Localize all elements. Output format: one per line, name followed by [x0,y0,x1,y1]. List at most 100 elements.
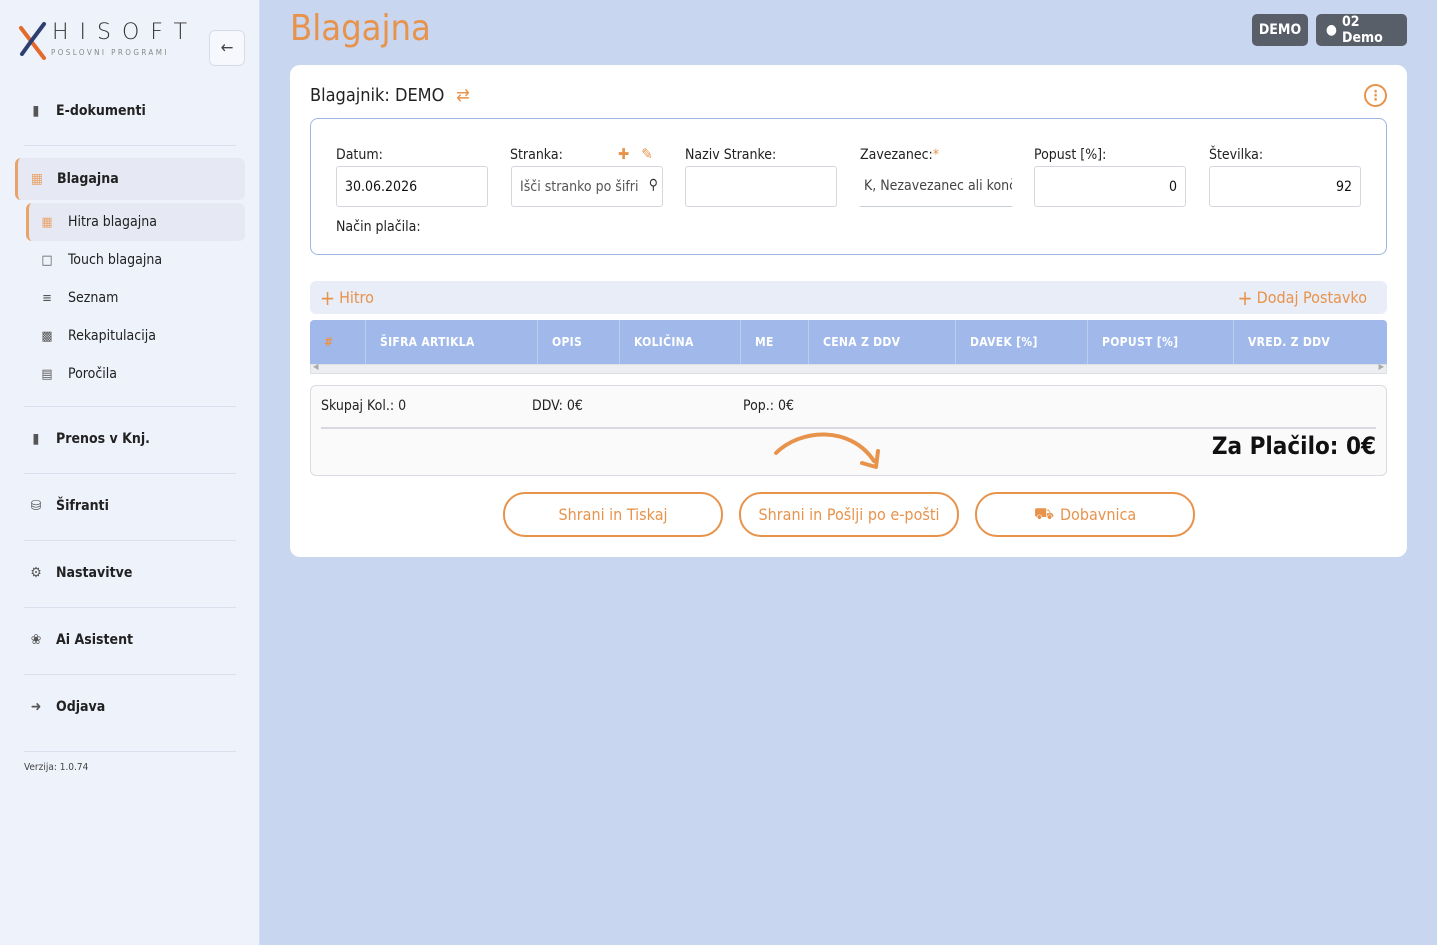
stranka-label: Stranka: [510,147,563,163]
sidebar-item-label: Šifranti [56,498,109,514]
swap-icon[interactable]: ⇄ [456,85,470,106]
total-vat: DDV: 0€ [532,398,583,414]
delivery-note-button[interactable]: ⛟ Dobavnica [975,492,1195,537]
sidebar-item-label: Odjava [56,699,106,715]
hitro-label: Hitro [339,288,374,307]
file-icon: ▮ [32,103,40,119]
table-scrollbar[interactable]: ◀ ▶ [310,362,1387,374]
stranka-placeholder: Išči stranko po šifri [520,178,638,195]
column-header[interactable]: OPIS [538,320,620,364]
sidebar-subitem-porocila[interactable]: ▤ Poročila [26,355,245,393]
sidebar-subitem-rekapitulacija[interactable]: ▩ Rekapitulacija [26,317,245,355]
edit-customer-icon[interactable]: ✎ [641,145,652,163]
column-header[interactable]: ŠIFRA ARTIKLA [366,320,538,364]
zavezanec-label-wrap: Zavezanec:* [860,147,939,163]
column-header[interactable]: POPUST [%] [1088,320,1234,364]
more-options-icon[interactable]: ⋮ [1364,84,1387,107]
column-header[interactable]: ME [741,320,809,364]
report-icon: ▤ [41,366,53,382]
company-badge[interactable]: DEMO [1252,14,1308,46]
dodaj-postavko-button[interactable]: + Dodaj Postavko [1238,288,1367,308]
user-badge[interactable]: ● 02 Demo [1316,14,1407,46]
version-text: Verzija: 1.0.74 [24,762,89,773]
delivery-note-label: Dobavnica [1059,505,1137,524]
quick-actions-bar: + Hitro + Dodaj Postavko [310,281,1387,314]
datum-input[interactable]: 30.06.2026 [336,166,488,207]
save-print-button[interactable]: Shrani in Tiskaj [503,492,723,537]
curved-arrow-icon [774,432,880,469]
main-card: Blagajnik: DEMO ⇄ ⋮ Datum: 30.06.2026 St… [290,65,1407,557]
divider [24,145,236,146]
search-icon[interactable]: ⚲ [649,177,658,193]
brand-tagline: POSLOVNI PROGRAMI [51,48,169,57]
list-icon: ≡ [42,290,52,306]
cashier-heading: Blagajnik: DEMO ⇄ [310,85,470,106]
hisoft-logo: HISOFT POSLOVNI PROGRAMI [18,18,198,62]
sidebar-subitem-touch-blagajna[interactable]: □ Touch blagajna [26,241,245,279]
sidebar-subitem-seznam[interactable]: ≡ Seznam [26,279,245,317]
tablet-icon: □ [41,252,53,268]
truck-icon: ⛟ [1033,504,1054,523]
document-form: Datum: 30.06.2026 Stranka: ✚ ✎ Išči stra… [310,118,1387,255]
hitro-button[interactable]: + Hitro [320,288,374,308]
divider [24,751,236,752]
sidebar-subitem-label: Seznam [68,290,119,306]
column-header[interactable]: CENA Z DDV [809,320,956,364]
cashier-label: Blagajnik: DEMO [310,85,445,106]
stevilka-label: Številka: [1209,147,1264,163]
plus-icon: + [320,285,336,310]
sidebar-item-sifranti[interactable]: ⛁ Šifranti [15,485,245,527]
divider [24,406,236,407]
stranka-tools: ✚ ✎ [618,145,653,163]
sidebar-item-label: Ai Asistent [56,632,134,648]
sidebar-item-label: Nastavitve [56,565,133,581]
divider [24,473,236,474]
sidebar-subitem-label: Poročila [68,366,118,382]
dodaj-postavko-label: Dodaj Postavko [1256,288,1367,307]
column-header[interactable]: KOLIČINA [620,320,741,364]
gear-icon: ⚙ [30,565,42,581]
database-icon: ⛁ [30,498,42,514]
sidebar-item-ai-asistent[interactable]: ❀ Ai Asistent [15,619,245,661]
collapse-sidebar-button[interactable]: ← [209,30,245,66]
user-icon: ● [1326,22,1337,38]
sidebar-item-nastavitve[interactable]: ⚙ Nastavitve [15,552,245,594]
brain-icon: ❀ [30,632,42,648]
nacin-placila-label: Način plačila: [336,219,421,235]
scroll-left-icon[interactable]: ◀ [313,362,319,371]
plus-icon: + [1237,285,1253,310]
arrow-left-icon: ← [220,38,234,58]
save-email-button[interactable]: Shrani in Pošlji po e-pošti [739,492,959,537]
scroll-right-icon[interactable]: ▶ [1378,362,1384,371]
divider [24,674,236,675]
popust-input[interactable]: 0 [1034,166,1186,207]
add-customer-icon[interactable]: ✚ [618,145,629,163]
sidebar-item-odjava[interactable]: ➜ Odjava [15,686,245,728]
cash-register-icon: ▦ [31,171,43,187]
sidebar-subitem-hitra-blagajna[interactable]: ▦ Hitra blagajna [26,203,245,241]
zavezanec-select[interactable]: K, Nezavezanec ali konč [860,166,1012,207]
sidebar-item-prenos[interactable]: ▮ Prenos v Knj. [15,418,245,460]
total-discount: Pop.: 0€ [743,398,795,414]
datum-label: Datum: [336,147,383,163]
stranka-search-input[interactable]: Išči stranko po šifri ⚲ [511,166,663,207]
column-header[interactable]: VRED. Z DDV [1234,320,1387,364]
total-to-pay: Za Plačilo: 0€ [1211,432,1376,460]
column-header[interactable]: DAVEK [%] [956,320,1088,364]
sidebar-subitem-label: Touch blagajna [68,252,163,268]
divider [24,540,236,541]
popust-label: Popust [%]: [1034,147,1107,163]
money-icon: ▩ [41,328,53,344]
naziv-label: Naziv Stranke: [685,147,777,163]
sidebar-item-blagajna[interactable]: ▦ Blagajna [15,158,245,200]
sidebar-subitem-label: Hitra blagajna [68,214,157,230]
column-header[interactable]: # [310,320,366,364]
items-table-header: # ŠIFRA ARTIKLA OPIS KOLIČINA ME CENA Z … [310,320,1387,364]
brand-name: HISOFT [52,20,199,45]
sidebar-item-label: Blagajna [57,171,119,187]
zavezanec-label: Zavezanec: [860,147,933,163]
naziv-input[interactable] [685,166,837,207]
sidebar-item-label: E-dokumenti [56,103,146,119]
sidebar-item-e-dokumenti[interactable]: ▮ E-dokumenti [15,90,245,132]
stevilka-input[interactable]: 92 [1209,166,1361,207]
